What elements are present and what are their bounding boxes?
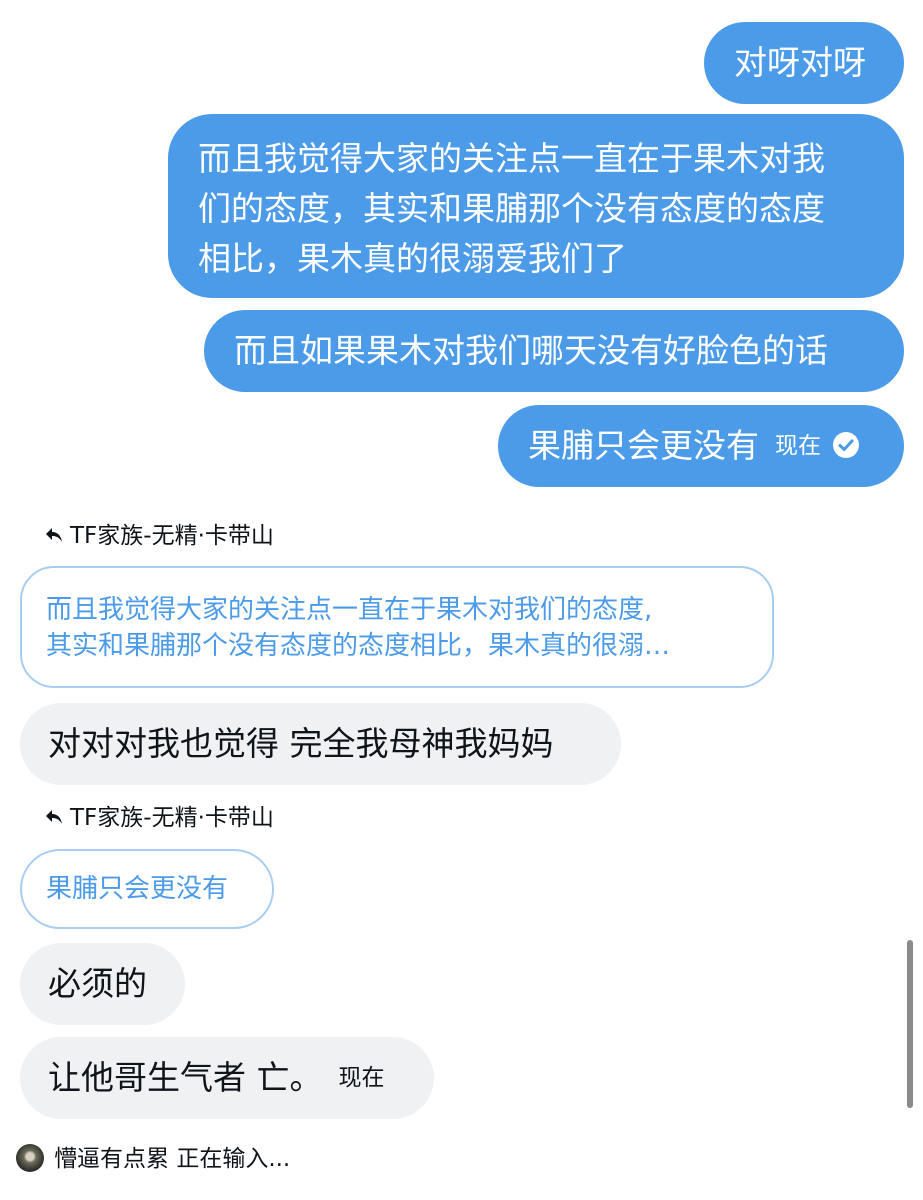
- message-text-line: 相比，果木真的很溺爱我们了: [198, 239, 627, 278]
- quoted-text-line: 而且我觉得大家的关注点一直在于果木对我们的态度,: [46, 595, 653, 625]
- typing-indicator: 懵逼有点累 正在输入...: [16, 1142, 290, 1176]
- sent-message[interactable]: 而且如果果木对我们哪天没有好脸色的话: [204, 310, 904, 392]
- avatar[interactable]: [16, 1143, 44, 1172]
- quoted-text-line: 其实和果脯那个没有态度的态度相比，果木真的很溺…: [46, 631, 671, 661]
- message-text: 果脯只会更没有: [528, 426, 759, 465]
- typing-user-name: 懵逼有点累: [54, 1146, 169, 1172]
- received-message[interactable]: 必须的: [20, 943, 185, 1025]
- message-text: 而且如果果木对我们哪天没有好脸色的话: [234, 331, 828, 370]
- message-timestamp: 现在: [338, 1064, 385, 1091]
- reply-arrow-icon: [44, 523, 64, 543]
- message-text: 对呀对呀: [734, 43, 866, 82]
- quoted-message[interactable]: 果脯只会更没有: [20, 849, 274, 929]
- reply-context-label: TF家族-无精·卡带山: [44, 803, 274, 833]
- message-text: 必须的: [48, 964, 147, 1003]
- message-text: 对对对我也觉得 完全我母神我妈妈: [48, 724, 554, 763]
- reply-context-text: TF家族-无精·卡带山: [70, 523, 274, 549]
- sent-message[interactable]: 对呀对呀: [704, 22, 904, 104]
- sent-message[interactable]: 而且我觉得大家的关注点一直在于果木对我 们的态度，其实和果脯那个没有态度的态度 …: [168, 114, 904, 298]
- message-text-line: 们的态度，其实和果脯那个没有态度的态度: [198, 189, 825, 228]
- sent-message[interactable]: 果脯只会更没有 现在: [498, 405, 904, 487]
- check-circle-icon: [833, 431, 859, 458]
- reply-context-label: TF家族-无精·卡带山: [44, 521, 274, 551]
- typing-status: 正在输入...: [176, 1146, 291, 1172]
- quoted-message[interactable]: 而且我觉得大家的关注点一直在于果木对我们的态度, 其实和果脯那个没有态度的态度相…: [20, 566, 774, 688]
- quoted-text: 果脯只会更没有: [46, 874, 229, 904]
- message-text: 让他哥生气者 亡。: [48, 1058, 323, 1097]
- message-timestamp: 现在: [775, 432, 821, 459]
- scrollbar[interactable]: [907, 940, 913, 1108]
- reply-context-text: TF家族-无精·卡带山: [70, 805, 274, 831]
- reply-arrow-icon: [44, 805, 64, 825]
- message-text-line: 而且我觉得大家的关注点一直在于果木对我: [198, 139, 825, 178]
- received-message[interactable]: 让他哥生气者 亡。 现在: [20, 1037, 434, 1119]
- received-message[interactable]: 对对对我也觉得 完全我母神我妈妈: [20, 703, 621, 785]
